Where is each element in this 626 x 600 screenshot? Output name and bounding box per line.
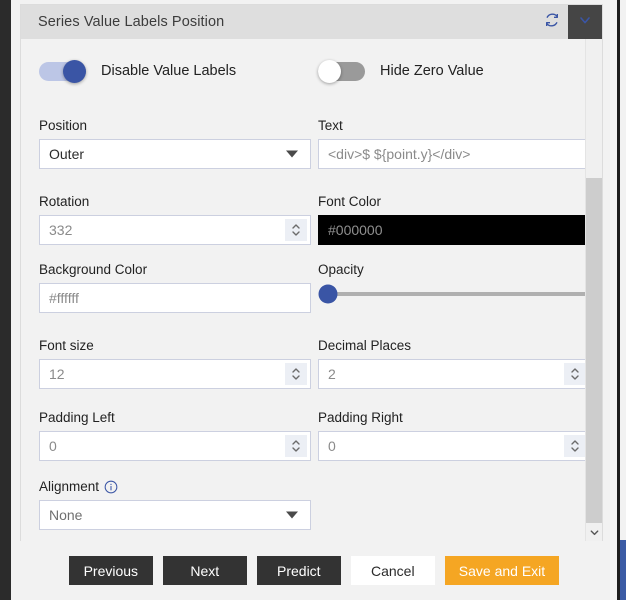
dialog-footer: Previous Next Predict Cancel Save and Ex… — [11, 556, 617, 600]
disable-value-labels-row: Disable Value Labels — [39, 60, 237, 83]
field-text: Text <div>$ ${point.y}</div> — [318, 118, 590, 169]
field-rotation: Rotation 332 — [39, 194, 311, 245]
text-label: Text — [318, 118, 343, 133]
alignment-label: Alignment — [39, 479, 100, 494]
opacity-slider-handle[interactable] — [318, 284, 338, 304]
refresh-button[interactable] — [535, 5, 568, 39]
disable-value-labels-label: Disable Value Labels — [101, 63, 237, 79]
disable-value-labels-toggle[interactable] — [39, 60, 86, 83]
rotation-input[interactable]: 332 — [39, 215, 311, 245]
previous-button[interactable]: Previous — [68, 556, 153, 585]
toggle-knob — [63, 60, 86, 83]
predict-button[interactable]: Predict — [256, 556, 341, 585]
decimal-places-input[interactable]: 2 — [318, 359, 590, 389]
page-title: Series Value Labels Position — [38, 14, 225, 30]
field-position: Position Outer — [39, 118, 311, 169]
rotation-label: Rotation — [39, 194, 90, 209]
opacity-slider[interactable] — [318, 283, 590, 305]
alignment-value: None — [49, 507, 83, 523]
padding-left-stepper[interactable] — [285, 435, 307, 457]
font-size-input[interactable]: 12 — [39, 359, 311, 389]
refresh-icon — [544, 12, 560, 33]
padding-right-value: 0 — [328, 438, 336, 454]
toggle-row: Disable Value Labels Hide Zero Value — [21, 60, 602, 100]
next-button[interactable]: Next — [162, 556, 247, 585]
scrollbar-track[interactable] — [586, 39, 602, 523]
padding-left-label: Padding Left — [39, 410, 115, 425]
panel-header: Series Value Labels Position — [21, 5, 602, 39]
panel-header-actions — [535, 5, 602, 39]
field-opacity: Opacity — [318, 262, 590, 305]
series-value-labels-panel: Series Value Labels Position Disable Val… — [20, 4, 603, 541]
font-color-value: #000000 — [328, 222, 383, 238]
field-font-size: Font size 12 — [39, 338, 311, 389]
decimal-places-label: Decimal Places — [318, 338, 412, 353]
position-value: Outer — [49, 146, 85, 162]
window-blue-accent — [620, 540, 626, 600]
page-surface: Series Value Labels Position Disable Val… — [11, 0, 617, 600]
chevron-down-icon — [286, 150, 298, 158]
toggle-knob — [318, 60, 341, 83]
rotation-stepper[interactable] — [285, 219, 307, 241]
scrollbar-thumb[interactable] — [586, 178, 602, 523]
opacity-slider-rail — [328, 292, 590, 296]
field-background-color: Background Color #ffffff — [39, 262, 311, 313]
position-label: Position — [39, 118, 88, 133]
panel-scrollbar[interactable] — [585, 39, 602, 541]
padding-left-input[interactable]: 0 — [39, 431, 311, 461]
background-color-input[interactable]: #ffffff — [39, 283, 311, 313]
settings-form: Disable Value Labels Hide Zero Value Pos… — [21, 39, 602, 541]
info-icon[interactable] — [104, 480, 118, 494]
font-color-input[interactable]: #000000 — [318, 215, 590, 245]
padding-right-stepper[interactable] — [564, 435, 586, 457]
panel-body: Disable Value Labels Hide Zero Value Pos… — [21, 39, 602, 541]
font-size-value: 12 — [49, 366, 65, 382]
hide-zero-value-row: Hide Zero Value — [318, 60, 484, 83]
hide-zero-value-toggle[interactable] — [318, 60, 365, 83]
field-padding-left: Padding Left 0 — [39, 410, 311, 461]
chevron-down-icon — [286, 511, 298, 519]
scrollbar-down-button[interactable] — [586, 523, 602, 541]
padding-left-value: 0 — [49, 438, 57, 454]
window-right-outer — [620, 0, 626, 600]
background-color-value: #ffffff — [49, 290, 79, 306]
font-color-label: Font Color — [318, 194, 382, 209]
chevron-down-icon — [577, 12, 593, 33]
text-input[interactable]: <div>$ ${point.y}</div> — [318, 139, 590, 169]
alignment-select[interactable]: None — [39, 500, 311, 530]
alignment-label-group: Alignment — [39, 479, 311, 494]
rotation-value: 332 — [49, 222, 73, 238]
font-size-stepper[interactable] — [285, 363, 307, 385]
text-value: <div>$ ${point.y}</div> — [328, 146, 471, 162]
window-left-gutter — [0, 0, 11, 600]
cancel-button[interactable]: Cancel — [350, 556, 435, 585]
padding-right-label: Padding Right — [318, 410, 403, 425]
hide-zero-value-label: Hide Zero Value — [380, 63, 484, 79]
app-root: Series Value Labels Position Disable Val… — [0, 0, 626, 600]
decimal-places-value: 2 — [328, 366, 336, 382]
decimal-places-stepper[interactable] — [564, 363, 586, 385]
collapse-panel-button[interactable] — [568, 5, 602, 39]
field-decimal-places: Decimal Places 2 — [318, 338, 590, 389]
font-size-label: Font size — [39, 338, 94, 353]
field-padding-right: Padding Right 0 — [318, 410, 590, 461]
field-font-color: Font Color #000000 — [318, 194, 590, 245]
save-and-exit-button[interactable]: Save and Exit — [444, 556, 560, 585]
field-alignment: Alignment None — [39, 479, 311, 530]
background-color-label: Background Color — [39, 262, 148, 277]
padding-right-input[interactable]: 0 — [318, 431, 590, 461]
opacity-label: Opacity — [318, 262, 364, 277]
position-select[interactable]: Outer — [39, 139, 311, 169]
